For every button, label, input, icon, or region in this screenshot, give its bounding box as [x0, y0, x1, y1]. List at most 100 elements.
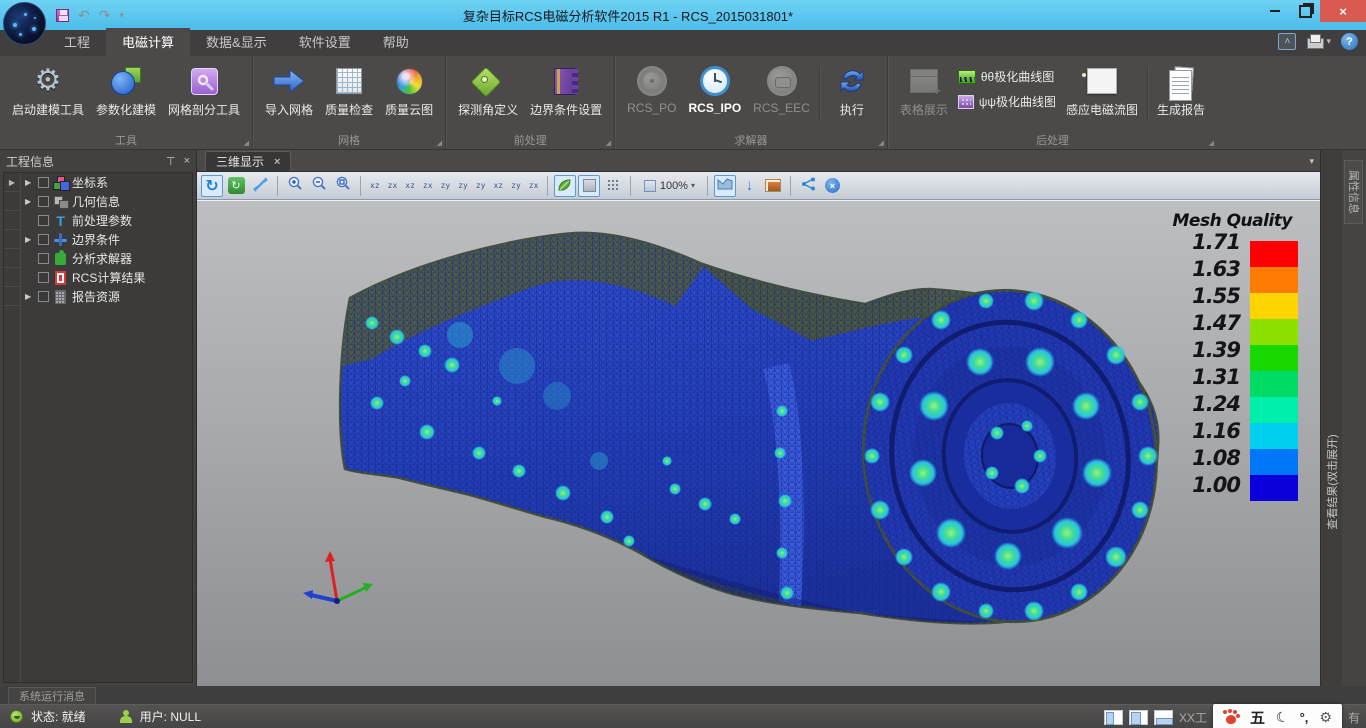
expand-icon[interactable]: ▶: [25, 292, 34, 301]
tree-item-geometry-info[interactable]: ▶ 几何信息: [21, 192, 192, 211]
checkbox[interactable]: [38, 196, 49, 207]
expand-icon[interactable]: ▶: [25, 197, 34, 206]
rcs-ipo-button[interactable]: RCS_IPO: [682, 60, 747, 118]
theta-polarization-curve-button[interactable]: θθ极化曲线图: [958, 68, 1056, 85]
save-view-button[interactable]: ↓: [738, 175, 760, 197]
rotate-view-button[interactable]: ↻: [201, 175, 223, 197]
view-axis-button[interactable]: zy: [473, 181, 489, 190]
pan-view-button[interactable]: [249, 175, 271, 197]
ime-logo-icon[interactable]: [1223, 710, 1239, 725]
quality-check-button[interactable]: 质量检查: [319, 60, 379, 121]
points-view-button[interactable]: [602, 175, 624, 197]
execute-button[interactable]: 执行: [823, 60, 881, 121]
mesh-partition-tool-button[interactable]: 网格剖分工具: [162, 60, 246, 121]
layout-split-icon[interactable]: [1129, 710, 1148, 725]
capture-region-button[interactable]: [714, 175, 736, 197]
checkbox[interactable]: [38, 234, 49, 245]
tree-item-analysis-solver[interactable]: 分析求解器: [21, 249, 192, 268]
boundary-condition-settings-button[interactable]: 边界条件设置: [524, 60, 608, 121]
tree-item-rcs-results[interactable]: RCS计算结果: [21, 268, 192, 287]
viewport-3d[interactable]: Mesh Quality 1.71 1: [197, 200, 1320, 686]
tab-em-computation[interactable]: 电磁计算: [106, 28, 190, 56]
tab-3d-display[interactable]: 三维显示 ×: [205, 151, 291, 171]
view-axis-button[interactable]: xz: [402, 181, 418, 190]
tab-help[interactable]: 帮助: [367, 28, 425, 56]
probe-angle-button[interactable]: 探测角定义: [452, 60, 524, 121]
close-button[interactable]: ×: [1320, 0, 1366, 22]
checkbox[interactable]: [38, 291, 49, 302]
share-view-button[interactable]: [797, 175, 819, 197]
induced-current-map-button[interactable]: 感应电磁流图: [1060, 60, 1144, 121]
tab-overflow-icon[interactable]: ▾: [1309, 156, 1314, 167]
legend-value: 1.16: [1150, 421, 1240, 441]
zoom-out-button[interactable]: [308, 175, 330, 197]
tab-data-display[interactable]: 数据&显示: [190, 28, 283, 56]
layout-bottom-icon[interactable]: [1154, 710, 1173, 725]
ribbon-collapse-icon[interactable]: ˄: [1278, 33, 1296, 50]
parametric-modeling-button[interactable]: 参数化建模: [90, 60, 162, 121]
checkbox[interactable]: [38, 253, 49, 264]
expand-icon[interactable]: ▶: [25, 178, 34, 187]
zoom-fit-button[interactable]: [332, 175, 354, 197]
tab-close-icon[interactable]: ×: [274, 156, 280, 168]
view-axis-button[interactable]: zx: [385, 181, 401, 190]
minimize-button[interactable]: [1260, 0, 1290, 22]
shaded-view-button[interactable]: [554, 175, 576, 197]
pin-icon[interactable]: ⊤: [166, 155, 176, 168]
view-axis-button[interactable]: zy: [455, 181, 471, 190]
help-icon[interactable]: ?: [1341, 33, 1358, 50]
tab-software-settings[interactable]: 软件设置: [283, 28, 367, 56]
print-icon[interactable]: [1306, 34, 1324, 49]
panel-close-icon[interactable]: ×: [184, 155, 190, 167]
view-axis-button[interactable]: zy: [438, 181, 454, 190]
table-display-button[interactable]: 表格展示: [894, 60, 954, 121]
group-launcher-icon[interactable]: ◢: [606, 139, 611, 147]
view-axis-button[interactable]: zx: [420, 181, 436, 190]
gutter-expand-icon[interactable]: ▶: [4, 173, 20, 192]
property-info-tab[interactable]: 属性信息: [1344, 160, 1363, 224]
expand-icon[interactable]: ▶: [25, 235, 34, 244]
view-axis-button[interactable]: zx: [526, 181, 542, 190]
tree-item-coordinate-system[interactable]: ▶ 坐标系: [21, 173, 192, 192]
tree-item-report-resources[interactable]: ▶ 报告资源: [21, 287, 192, 306]
view-axis-button[interactable]: zy: [508, 181, 524, 190]
view-axis-button[interactable]: xz: [367, 181, 383, 190]
group-launcher-icon[interactable]: ◢: [244, 139, 249, 147]
checkbox[interactable]: [38, 272, 49, 283]
snapshot-button[interactable]: [762, 175, 784, 197]
zoom-level-control[interactable]: 100% ▾: [637, 175, 701, 197]
view-results-strip[interactable]: 查看结果(双击展开): [1320, 150, 1342, 686]
tab-project[interactable]: 工程: [48, 28, 106, 56]
status-icon: [10, 710, 23, 723]
group-launcher-icon[interactable]: ◢: [437, 139, 442, 147]
tree-item-preprocess-params[interactable]: T 前处理参数: [21, 211, 192, 230]
checkbox[interactable]: [38, 215, 49, 226]
app-logo-icon[interactable]: [3, 2, 46, 45]
mesh-quality-legend: Mesh Quality 1.71 1: [1138, 211, 1298, 507]
checkbox[interactable]: [38, 177, 49, 188]
view-axis-button[interactable]: xz: [490, 181, 506, 190]
rcs-eec-button[interactable]: RCS_EEC: [747, 60, 816, 118]
ime-fullhalf-icon[interactable]: ☾: [1274, 707, 1291, 727]
close-view-button[interactable]: ×: [821, 175, 843, 197]
quality-contour-button[interactable]: 质量云图: [379, 60, 439, 121]
ime-mode-button[interactable]: 五: [1250, 707, 1265, 728]
import-mesh-button[interactable]: 导入网格: [259, 60, 319, 121]
orbit-view-button[interactable]: ↻: [225, 175, 247, 197]
group-launcher-icon[interactable]: ◢: [878, 139, 883, 147]
group-launcher-icon[interactable]: ◢: [1209, 139, 1214, 147]
layout-left-icon[interactable]: [1104, 710, 1123, 725]
zoom-dropdown-icon[interactable]: ▾: [691, 181, 695, 190]
psi-polarization-curve-button[interactable]: ψψ极化曲线图: [958, 93, 1056, 110]
wireframe-view-button[interactable]: [578, 175, 600, 197]
tree-item-boundary-conditions[interactable]: ▶ 边界条件: [21, 230, 192, 249]
maximize-button[interactable]: [1290, 0, 1320, 22]
rcs-po-button[interactable]: RCS_PO: [621, 60, 682, 118]
zoom-in-button[interactable]: [284, 175, 306, 197]
ime-punctuation-button[interactable]: °,: [1300, 710, 1309, 725]
generate-report-button[interactable]: 生成报告: [1151, 60, 1211, 121]
ime-settings-icon[interactable]: ⚙: [1319, 709, 1332, 726]
launch-modeling-tool-button[interactable]: ⚙ 启动建模工具: [6, 60, 90, 121]
print-dropdown-icon[interactable]: ▾: [1326, 36, 1331, 47]
system-messages-tab[interactable]: 系统运行消息: [8, 687, 96, 704]
